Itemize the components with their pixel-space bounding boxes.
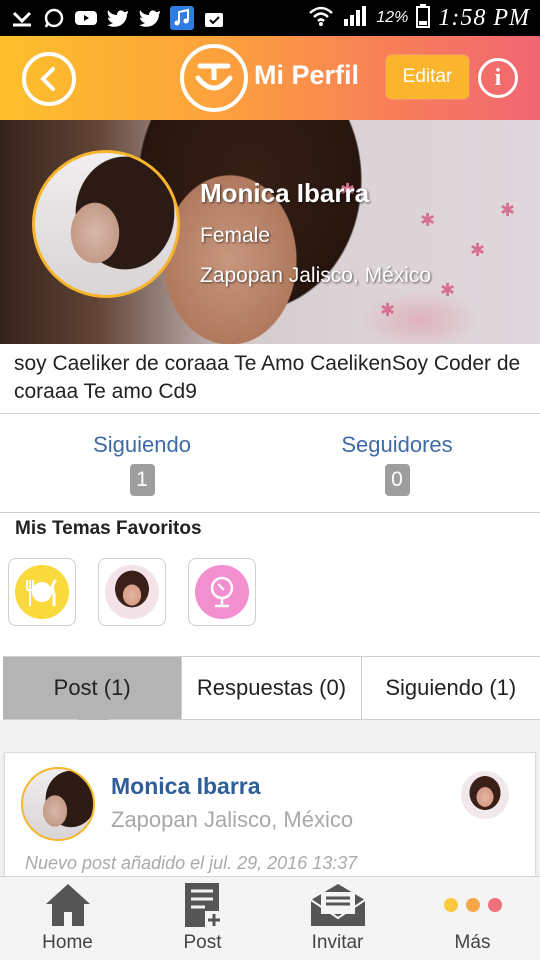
music-icon [170,6,194,30]
post-card[interactable]: Monica Ibarra Zapopan Jalisco, México Nu… [4,752,536,882]
profile-tabs: Post (1) Respuestas (0) Siguiendo (1) [3,656,540,733]
page-title: Mi Perfil [254,60,360,90]
followers-stat[interactable]: Seguidores 0 [297,432,497,496]
food-icon [15,565,69,619]
post-author-name[interactable]: Monica Ibarra [111,773,261,800]
back-button[interactable] [22,52,76,106]
info-button[interactable]: i [478,58,518,98]
wifi-icon [308,5,334,32]
tab-following[interactable]: Siguiendo (1) [361,657,540,720]
nav-more[interactable]: Más [405,877,540,960]
favorite-topic-food[interactable] [8,558,76,626]
nav-invite[interactable]: Invitar [270,877,405,960]
mail-icon [309,880,367,930]
twitter-icon [106,6,130,30]
briefcase-check-icon [202,6,226,30]
following-count: 1 [129,464,155,496]
tab-post[interactable]: Post (1) [3,657,183,733]
following-label: Siguiendo [93,432,191,457]
nav-home-label: Home [42,932,93,953]
post-topic-avatar[interactable] [461,771,509,819]
battery-percent: 12% [376,9,409,26]
profile-location: Zapopan Jalisco, México [200,264,432,287]
nav-more-label: Más [454,932,491,953]
profile-gender: Female [200,224,271,247]
clock: 1:58 PM [438,4,530,31]
mirror-icon [195,565,249,619]
twitter-icon [138,6,162,30]
favorite-topic-person[interactable] [98,558,166,626]
post-author-location: Zapopan Jalisco, México [111,807,354,832]
nav-post[interactable]: Post [135,877,270,960]
favorites-title: Mis Temas Favoritos [15,518,202,539]
nav-post-label: Post [183,932,222,953]
home-icon [44,880,92,930]
cover-photo: ✱ ✱ ✱ ✱ ✱ ✱ Monica Ibarra Female Zapopan… [0,120,540,344]
followers-count: 0 [384,464,410,496]
tab-replies[interactable]: Respuestas (0) [182,657,362,720]
nav-home[interactable]: Home [0,877,135,960]
profile-name: Monica Ibarra [200,178,370,208]
favorite-topic-beauty[interactable] [188,558,256,626]
chevron-left-icon [40,67,55,91]
person-photo [105,565,159,619]
bottom-nav: Home Post Invitar Más [0,876,540,960]
status-bar: 12% 1:58 PM [0,0,540,36]
battery-icon [416,3,431,33]
more-icon [443,880,502,930]
post-timestamp: Nuevo post añadido el jul. 29, 2016 13:3… [25,853,358,873]
signal-icon [342,5,368,32]
app-header: Mi Perfil Editar i [0,36,540,120]
app-logo [180,44,248,112]
divider [0,512,540,513]
profile-avatar[interactable] [32,150,180,298]
post-author-avatar[interactable] [21,767,95,841]
edit-button[interactable]: Editar [386,55,469,99]
missed-call-icon [10,6,34,30]
info-icon: i [494,64,502,91]
profile-bio: soy Caeliker de coraaa Te Amo CaelikenSo… [14,352,521,403]
divider [0,413,540,414]
nav-invite-label: Invitar [311,932,364,953]
new-post-icon [183,880,223,930]
youtube-icon [74,6,98,30]
whatsapp-icon [42,6,66,30]
following-stat[interactable]: Siguiendo 1 [42,432,242,496]
followers-label: Seguidores [341,432,453,457]
